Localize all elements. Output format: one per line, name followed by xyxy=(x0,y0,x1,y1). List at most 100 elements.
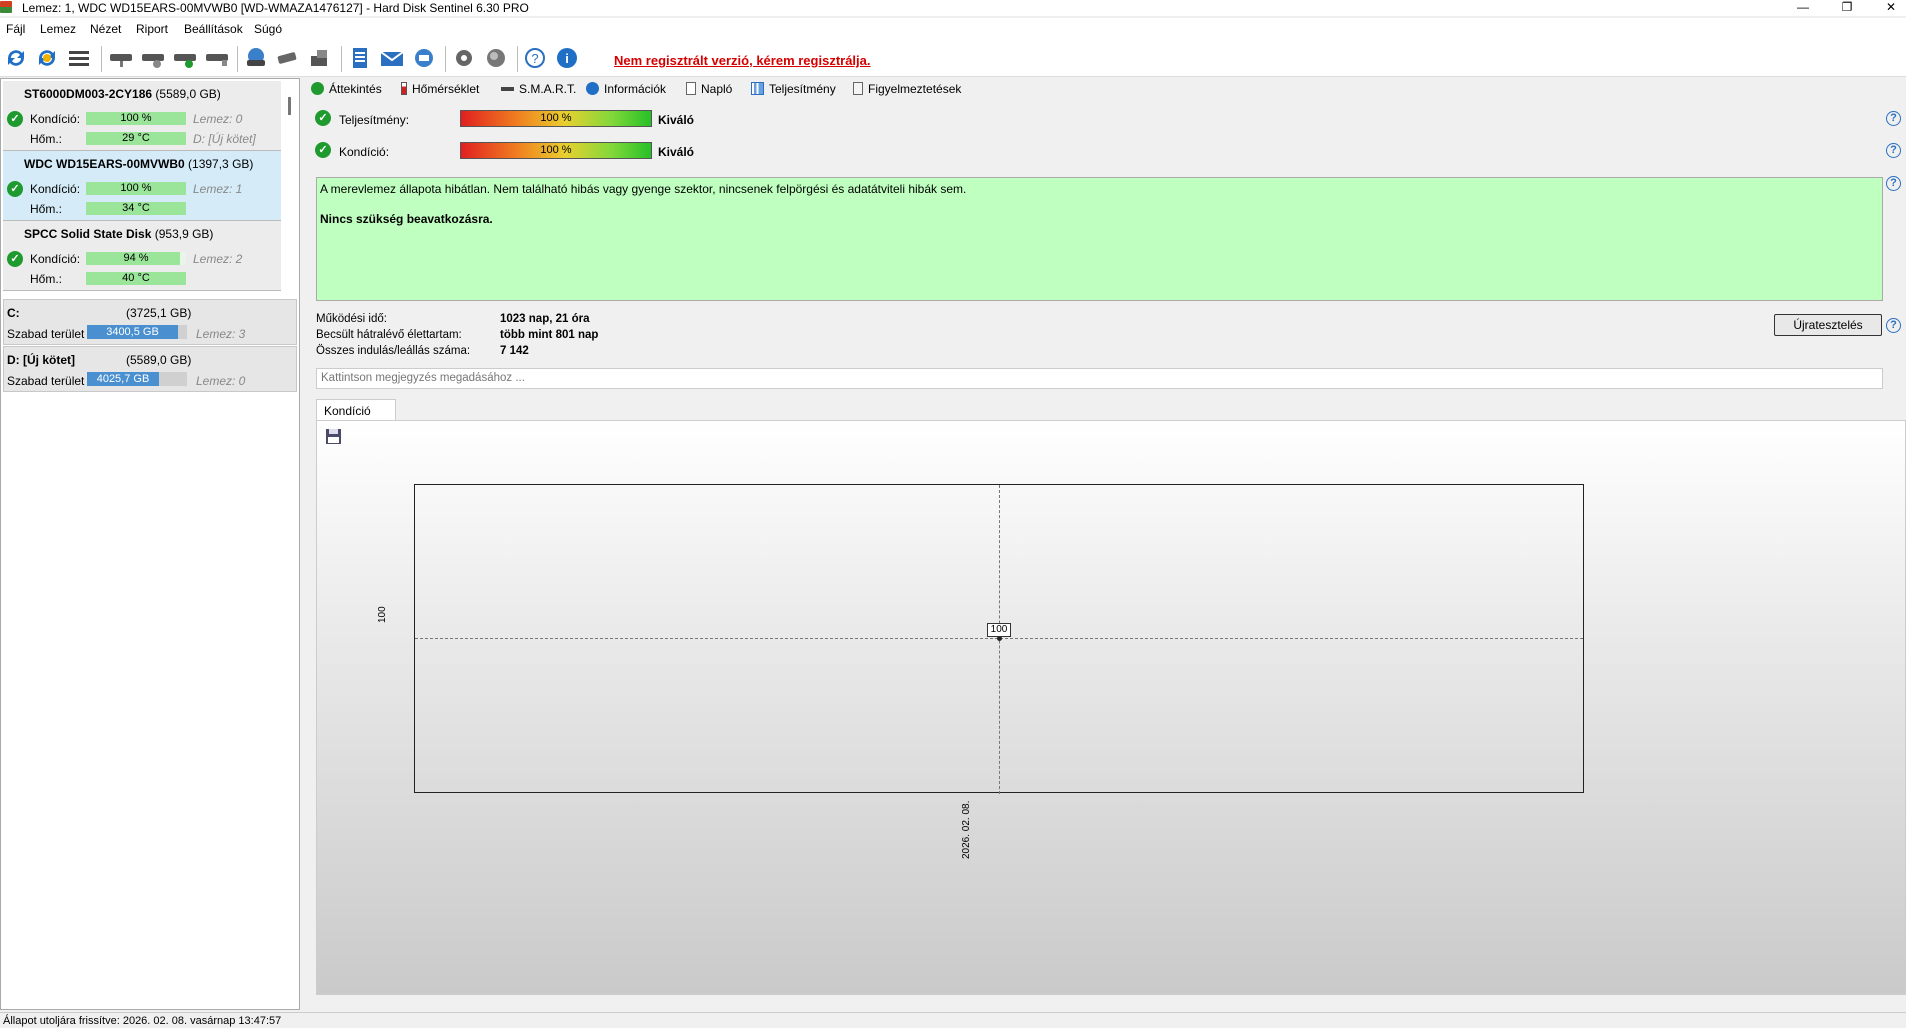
disk-schedule-icon[interactable] xyxy=(140,46,166,70)
volume-item-c[interactable]: C: (3725,1 GB) Szabad terület 3400,5 GB … xyxy=(3,299,297,345)
menu-settings[interactable]: Beállítások xyxy=(184,22,243,36)
tab-condition-chart[interactable]: Kondíció (%) xyxy=(316,399,396,432)
help-icon[interactable]: ? xyxy=(1886,176,1901,191)
disk-model: WDC WD15EARS-00MVWB0 xyxy=(24,157,185,171)
toolbar-separator xyxy=(445,46,446,72)
status-bar: Állapot utoljára frissítve: 2026. 02. 08… xyxy=(0,1012,1906,1028)
alert-settings-icon[interactable] xyxy=(483,46,509,70)
free-space-value: 4025,7 GB xyxy=(87,372,159,386)
disk-index: Lemez: 3 xyxy=(196,327,246,341)
disk-item[interactable]: SPCC Solid State Disk (953,9 GB) ✓ Kondí… xyxy=(3,221,281,291)
temperature-bar: 29 °C xyxy=(86,132,186,145)
tab-alerts[interactable]: Figyelmeztetések xyxy=(853,82,961,96)
tab-log[interactable]: Napló xyxy=(686,82,732,96)
help-icon[interactable]: ? xyxy=(1886,111,1901,126)
minimize-button[interactable]: — xyxy=(1788,0,1818,16)
uptime-value: 1023 nap, 21 óra xyxy=(500,313,590,325)
refresh-warning-icon[interactable] xyxy=(34,46,60,70)
free-space-label: Szabad terület xyxy=(7,374,85,388)
help-icon[interactable]: ? xyxy=(1886,318,1901,333)
title-bar: Lemez: 1, WDC WD15EARS-00MVWB0 [WD-WMAZA… xyxy=(0,0,1906,16)
check-icon xyxy=(311,82,324,95)
disk-index: Lemez: 0 xyxy=(193,112,243,126)
condition-bar: 100 % xyxy=(460,142,652,159)
help-icon[interactable]: ? xyxy=(1886,143,1901,158)
condition-label: Kondíció: xyxy=(339,145,390,159)
register-link[interactable]: Nem regisztrált verzió, kérem regisztrál… xyxy=(614,53,871,68)
y-tick-label: 100 xyxy=(377,606,388,623)
lifetime-value: több mint 801 nap xyxy=(500,329,599,341)
performance-bar: 100 % xyxy=(460,110,652,127)
menu-view[interactable]: Nézet xyxy=(90,22,121,36)
tab-information[interactable]: Információk xyxy=(586,82,666,96)
send-report-icon[interactable] xyxy=(411,46,437,70)
document-icon xyxy=(853,82,863,95)
note-input[interactable]: Kattintson megjegyzés megadásához ... xyxy=(316,368,1883,389)
restore-button[interactable]: ❐ xyxy=(1832,0,1862,16)
free-space-label: Szabad terület xyxy=(7,327,85,341)
x-tick-label: 2026. 02. 08. xyxy=(961,800,972,859)
thermometer-icon xyxy=(401,82,407,95)
save-icon[interactable] xyxy=(325,428,342,445)
menu-report[interactable]: Riport xyxy=(136,22,168,36)
retest-button[interactable]: Újratesztelés xyxy=(1774,314,1882,336)
disk-icon xyxy=(501,87,514,91)
free-space-value: 3400,5 GB xyxy=(87,325,178,339)
scrollbar-thumb[interactable] xyxy=(288,97,291,115)
tab-label: Áttekintés xyxy=(329,82,382,96)
free-space-bar: 4025,7 GB xyxy=(87,372,187,386)
volume-name: C: xyxy=(7,306,20,320)
ok-check-icon: ✓ xyxy=(7,181,23,197)
email-icon[interactable] xyxy=(379,46,405,70)
temperature-label: Hőm.: xyxy=(30,202,63,216)
tab-temperature[interactable]: Hőmérséklet xyxy=(401,82,479,96)
disk-list-panel: ST6000DM003-2CY186 (5589,0 GB) ✓ Kondíci… xyxy=(0,78,300,1010)
menu-bar: Fájl Lemez Nézet Riport Beállítások Súgó xyxy=(0,18,1906,40)
info-icon[interactable]: i xyxy=(554,46,580,70)
condition-label: Kondíció: xyxy=(30,112,81,126)
disk-info-icon[interactable] xyxy=(204,46,230,70)
refresh-icon[interactable] xyxy=(3,46,29,70)
performance-result: Kiváló xyxy=(658,113,695,127)
toolbar-separator xyxy=(341,46,342,72)
disk-item-selected[interactable]: WDC WD15EARS-00MVWB0 (1397,3 GB) ✓ Kondí… xyxy=(3,151,281,221)
temperature-bar: 34 °C xyxy=(86,202,186,215)
free-space-bar: 3400,5 GB xyxy=(87,325,187,339)
info-icon xyxy=(586,82,599,95)
disk-name: ST6000DM003-2CY186 (5589,0 GB) xyxy=(24,87,221,101)
tab-performance[interactable]: Teljesítmény xyxy=(751,82,836,96)
toolbar-separator xyxy=(517,46,518,72)
ok-check-icon: ✓ xyxy=(7,251,23,267)
status-description-box: A merevlemez állapota hibátlan. Nem talá… xyxy=(316,177,1883,301)
disk-tools-icon[interactable] xyxy=(275,46,301,70)
help-icon[interactable]: ? xyxy=(522,46,548,70)
temperature-bar: 40 °C xyxy=(86,272,186,285)
disk-export-icon[interactable] xyxy=(307,46,333,70)
chart-plot-area: 100 xyxy=(414,484,1584,794)
overview-panel: ✓ Teljesítmény: 100 % Kiváló ? ✓ Kondíci… xyxy=(303,100,1906,1012)
disk-volume: D: [Új kötet] xyxy=(193,132,256,146)
report-icon[interactable] xyxy=(347,46,373,70)
menu-help[interactable]: Súgó xyxy=(254,22,282,36)
network-disk-icon[interactable] xyxy=(243,46,269,70)
status-text: A merevlemez állapota hibátlan. Nem talá… xyxy=(320,182,967,196)
gear-icon[interactable] xyxy=(451,46,477,70)
close-button[interactable]: ✕ xyxy=(1876,0,1906,16)
disk-item[interactable]: ST6000DM003-2CY186 (5589,0 GB) ✓ Kondíci… xyxy=(3,81,281,151)
tab-label: Napló xyxy=(701,82,733,96)
condition-label: Kondíció: xyxy=(30,252,81,266)
performance-chart-icon xyxy=(751,82,764,95)
svg-text:i: i xyxy=(565,51,569,66)
tab-overview[interactable]: Áttekintés xyxy=(311,82,382,96)
disk-size: (953,9 GB) xyxy=(154,227,214,241)
ok-check-icon: ✓ xyxy=(315,142,331,158)
disk-icon[interactable] xyxy=(108,46,134,70)
disk-list-icon[interactable] xyxy=(66,46,92,70)
volume-item-d[interactable]: D: [Új kötet] (5589,0 GB) Szabad terület… xyxy=(3,346,297,392)
toolbar-separator xyxy=(237,46,238,72)
menu-disk[interactable]: Lemez xyxy=(40,22,76,36)
app-icon xyxy=(0,1,12,13)
menu-file[interactable]: Fájl xyxy=(6,22,25,36)
tab-smart[interactable]: S.M.A.R.T. xyxy=(501,82,576,96)
disk-ok-icon[interactable] xyxy=(172,46,198,70)
